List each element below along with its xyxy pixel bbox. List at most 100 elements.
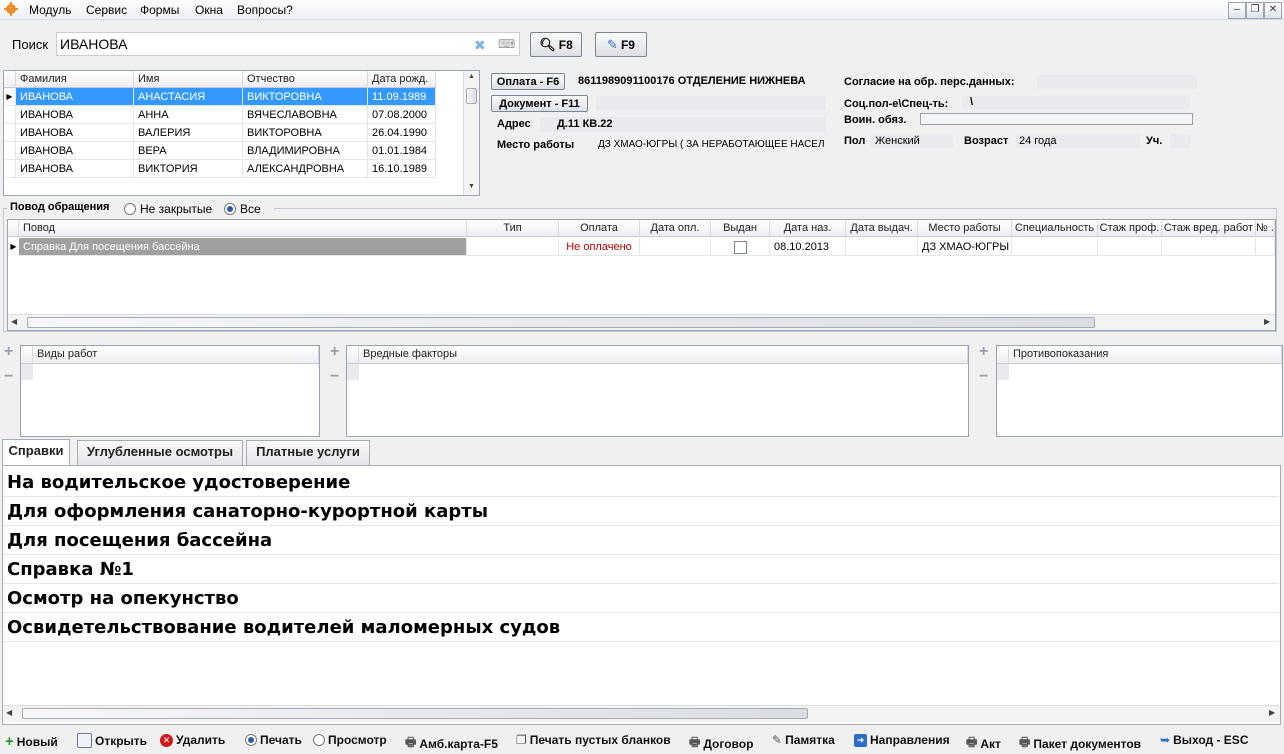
delete-button[interactable]: ✕ Удалить xyxy=(160,733,225,747)
restore-icon[interactable]: ❐ xyxy=(1246,2,1264,19)
col-patronymic[interactable]: Отчество xyxy=(243,71,368,88)
row-birthdate[interactable]: 16.10.1989 xyxy=(368,160,436,178)
menu-service[interactable]: Сервис xyxy=(86,3,127,17)
scroll-right-icon[interactable]: ▶ xyxy=(1269,708,1275,717)
document-f11-button[interactable]: Документ - F11 xyxy=(491,95,588,112)
row-patronymic[interactable]: ВИКТОРОВНА xyxy=(243,124,368,142)
add-contraindication-icon[interactable]: + xyxy=(979,343,988,361)
scroll-left-icon[interactable]: ◀ xyxy=(6,708,12,717)
memo-button[interactable]: ✎ Памятка xyxy=(772,733,835,747)
patients-scrollbar[interactable]: ▲ ▼ xyxy=(463,71,479,195)
row-firstname[interactable]: ВИКТОРИЯ xyxy=(134,160,243,178)
certificate-item[interactable]: Освидетельствование водителей маломерных… xyxy=(7,613,560,642)
row-birthdate[interactable]: 01.01.1984 xyxy=(368,142,436,160)
row-patronymic[interactable]: АЛЕКСАНДРОВНА xyxy=(243,160,368,178)
certificates-hscrollbar[interactable]: ◀ ▶ xyxy=(3,705,1280,722)
scroll-thumb[interactable] xyxy=(27,317,1095,328)
row-firstname[interactable]: АНАСТАСИЯ xyxy=(134,88,243,106)
reasons-col-header[interactable]: Оплата xyxy=(559,220,640,237)
open-button[interactable]: Открыть xyxy=(77,733,147,748)
row-firstname[interactable]: АННА xyxy=(134,106,243,124)
harm-exp-cell[interactable] xyxy=(1162,238,1256,256)
remove-harmful-factor-icon[interactable]: − xyxy=(330,368,339,386)
work-types-header[interactable]: Виды работ xyxy=(33,346,319,364)
print-blank-button[interactable]: ❐ Печать пустых бланков xyxy=(516,733,671,747)
certificate-item[interactable]: Для посещения бассейна xyxy=(7,526,272,555)
reasons-col-header[interactable]: Дата наз. xyxy=(770,220,846,237)
contract-button[interactable]: 🖶︎ Договор xyxy=(689,733,753,754)
add-work-type-icon[interactable]: + xyxy=(4,343,13,361)
package-button[interactable]: 🖶︎ Пакет документов xyxy=(1019,733,1141,754)
row-lastname[interactable]: ИВАНОВА xyxy=(16,88,134,106)
reasons-col-header[interactable]: № . xyxy=(1256,220,1275,237)
directions-button[interactable]: ➜ Направления xyxy=(854,733,950,747)
contraindications-header[interactable]: Противопоказания xyxy=(1009,346,1282,364)
reasons-col-header[interactable]: Повод xyxy=(19,220,467,237)
row-birthdate[interactable]: 07.08.2000 xyxy=(368,106,436,124)
payment-status-cell[interactable]: Не оплачено xyxy=(559,238,640,256)
exit-button[interactable]: ➥ Выход - ESC xyxy=(1160,733,1248,747)
tab-certificates[interactable]: Справки xyxy=(2,439,70,466)
search-input[interactable]: ИВАНОВА ✖ ⌨ xyxy=(56,32,520,56)
row-patronymic[interactable]: ВЛАДИМИРОВНА xyxy=(243,142,368,160)
row-lastname[interactable]: ИВАНОВА xyxy=(16,160,134,178)
row-firstname[interactable]: ВАЛЕРИЯ xyxy=(134,124,243,142)
remove-work-type-icon[interactable]: − xyxy=(4,368,13,386)
keyboard-icon[interactable]: ⌨ xyxy=(498,37,515,51)
row-lastname[interactable]: ИВАНОВА xyxy=(16,106,134,124)
search-f8-button[interactable]: 🔍︎ F8 xyxy=(530,32,582,57)
minimize-icon[interactable]: – xyxy=(1228,2,1246,19)
row-firstname[interactable]: ВЕРА xyxy=(134,142,243,160)
certificate-item[interactable]: На водительское удостоверение xyxy=(7,468,350,497)
specialty-cell[interactable] xyxy=(1012,238,1098,256)
row-birthdate[interactable]: 26.04.1990 xyxy=(368,124,436,142)
scroll-left-icon[interactable]: ◀ xyxy=(11,317,17,326)
col-firstname[interactable]: Имя xyxy=(134,71,243,88)
workplace-cell[interactable]: ДЗ ХМАО-ЮГРЫ | xyxy=(918,238,1012,256)
certificate-item[interactable]: Справка №1 xyxy=(7,555,134,584)
row-patronymic[interactable]: ВИКТОРОВНА xyxy=(243,88,368,106)
amb-card-button[interactable]: 🖶︎ Амб.карта-F5 xyxy=(405,733,498,754)
scroll-down-icon[interactable]: ▼ xyxy=(468,183,475,190)
reasons-col-header[interactable]: Место работы xyxy=(918,220,1012,237)
row-patronymic[interactable]: ВЯЧЕСЛАВОВНА xyxy=(243,106,368,124)
type-cell[interactable] xyxy=(467,238,559,256)
reasons-col-header[interactable]: Дата опл. xyxy=(640,220,711,237)
col-birthdate[interactable]: Дата рожд. xyxy=(368,71,436,88)
reasons-col-header[interactable]: Стаж вред. работ xyxy=(1162,220,1256,237)
menu-windows[interactable]: Окна xyxy=(195,3,223,17)
reasons-col-header[interactable]: Дата выдач. xyxy=(846,220,918,237)
close-icon[interactable]: ✕ xyxy=(1264,2,1282,19)
menu-questions[interactable]: Вопросы? xyxy=(237,3,293,17)
tab-paid-services[interactable]: Платные услуги xyxy=(246,440,370,465)
certificate-item[interactable]: Для оформления санаторно-курортной карты xyxy=(7,497,488,526)
reason-cell[interactable]: Справка Для посещения бассейна xyxy=(19,238,467,256)
tab-deep-exams[interactable]: Углубленные осмотры xyxy=(77,440,243,465)
num-cell[interactable] xyxy=(1256,238,1275,256)
reasons-col-header[interactable]: Выдан xyxy=(711,220,770,237)
harmful-factors-header[interactable]: Вредные факторы xyxy=(359,346,968,364)
reasons-col-header[interactable]: Специальность xyxy=(1012,220,1098,237)
issue-date-cell[interactable] xyxy=(846,238,918,256)
add-harmful-factor-icon[interactable]: + xyxy=(330,343,339,361)
scroll-thumb[interactable] xyxy=(22,708,808,719)
search-f9-button[interactable]: ✎ F9 xyxy=(595,32,647,57)
reasons-hscrollbar[interactable]: ◀ ▶ xyxy=(8,314,1275,330)
preview-radio[interactable]: Просмотр xyxy=(313,733,387,747)
col-lastname[interactable]: Фамилия xyxy=(16,71,134,88)
payment-f6-button[interactable]: Оплата - F6 xyxy=(491,73,565,90)
reasons-col-header[interactable]: Тип xyxy=(467,220,559,237)
assigned-date-cell[interactable]: 08.10.2013 xyxy=(770,238,846,256)
filter-all-radio[interactable]: Все xyxy=(224,202,261,216)
scroll-up-icon[interactable]: ▲ xyxy=(468,73,475,80)
row-lastname[interactable]: ИВАНОВА xyxy=(16,142,134,160)
menu-module[interactable]: Модуль xyxy=(29,3,72,17)
row-birthdate[interactable]: 11.09.1989 xyxy=(368,88,436,106)
paid-date-cell[interactable] xyxy=(640,238,711,256)
prof-exp-cell[interactable] xyxy=(1098,238,1162,256)
new-button[interactable]: + Новый xyxy=(5,733,58,750)
print-radio[interactable]: Печать xyxy=(245,733,302,747)
reasons-col-header[interactable]: Стаж проф. xyxy=(1098,220,1162,237)
issued-checkbox[interactable] xyxy=(733,241,747,254)
certificate-item[interactable]: Осмотр на опекунство xyxy=(7,584,239,613)
